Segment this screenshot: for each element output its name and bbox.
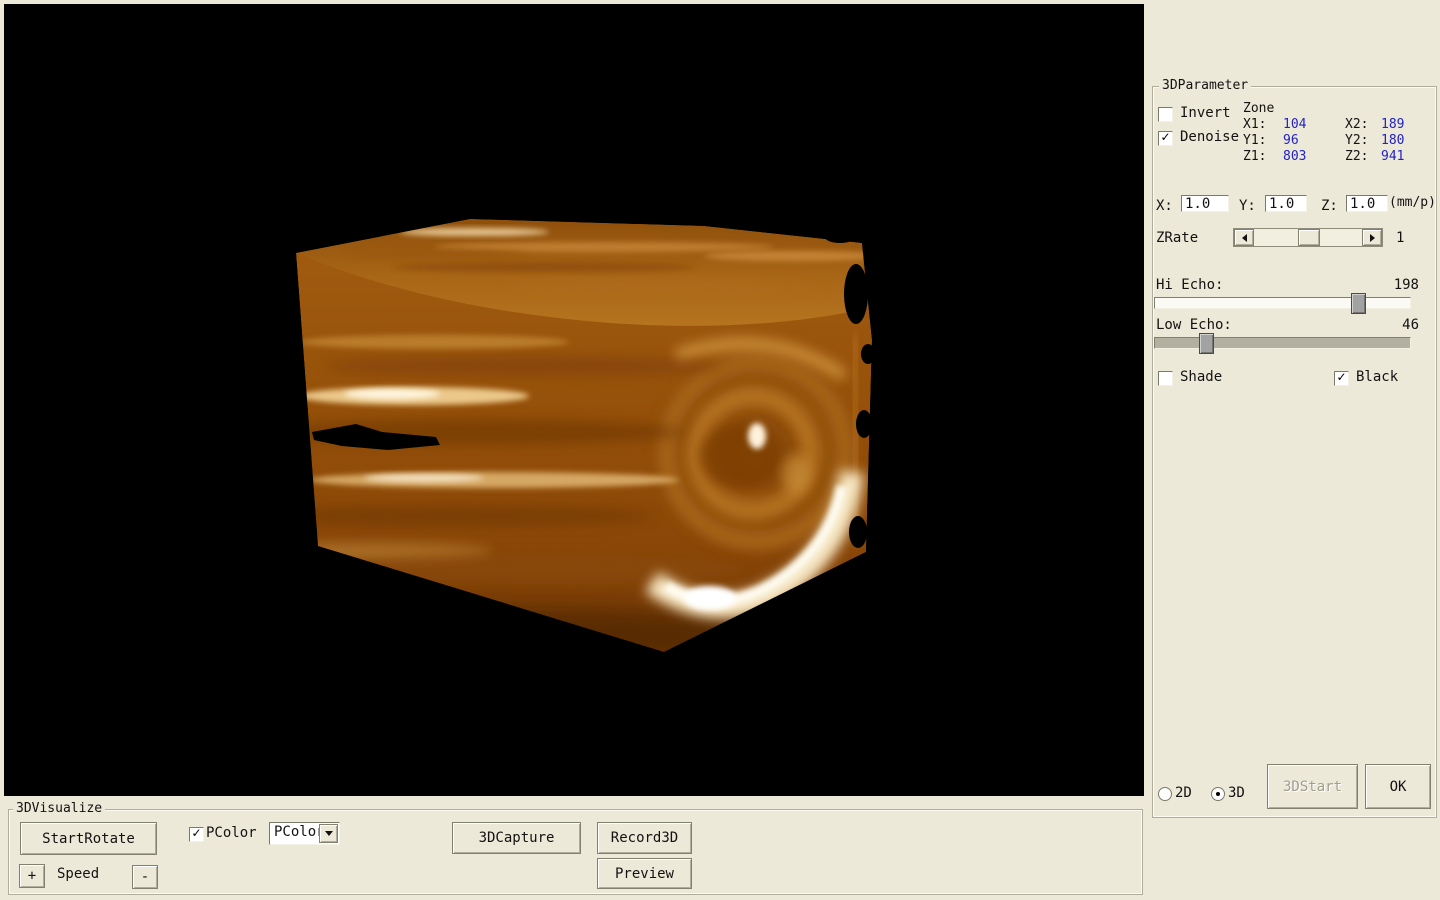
mode-3d-label: 3D <box>1228 786 1245 801</box>
triangle-left-icon <box>1238 234 1247 242</box>
mode-3d-radio[interactable] <box>1211 787 1225 801</box>
triangle-right-icon <box>1370 234 1379 242</box>
low-echo-label: Low Echo: <box>1156 318 1232 333</box>
zone-x1-value: 104 <box>1283 117 1306 132</box>
zone-y1-label: Y1: <box>1243 133 1266 148</box>
parameter-groupbox: 3DParameter Invert ✓ Denoise Zone X1: 10… <box>1152 86 1437 818</box>
invert-checkbox[interactable] <box>1158 107 1173 122</box>
start-rotate-button[interactable]: StartRotate <box>20 822 157 855</box>
preview-button[interactable]: Preview <box>597 858 692 889</box>
radio-dot-icon <box>1216 792 1220 796</box>
pcolor-select-value: PColor <box>274 824 325 841</box>
pcolor-checkbox[interactable]: ✓ <box>189 827 204 842</box>
x-scale-input[interactable] <box>1181 195 1229 212</box>
volume-render-3d <box>4 4 1144 796</box>
zone-x2-value: 189 <box>1381 117 1404 132</box>
zrate-scroll-left-button[interactable] <box>1234 229 1254 246</box>
scale-unit-label: (mm/p) <box>1389 195 1436 210</box>
shade-checkbox[interactable] <box>1158 371 1173 386</box>
black-label: Black <box>1356 370 1398 385</box>
check-icon: ✓ <box>191 828 201 839</box>
denoise-label: Denoise <box>1180 130 1239 145</box>
visualize-group-title: 3DVisualize <box>13 801 105 817</box>
zone-z1-value: 803 <box>1283 149 1306 164</box>
hi-echo-slider[interactable] <box>1154 297 1411 309</box>
pcolor-label: PColor <box>206 826 257 841</box>
speed-plus-button[interactable]: + <box>19 864 45 888</box>
record-3d-button[interactable]: Record3D <box>597 822 692 854</box>
mode-2d-radio[interactable] <box>1158 787 1172 801</box>
shade-label: Shade <box>1180 370 1222 385</box>
zone-x1-label: X1: <box>1243 117 1266 132</box>
hi-echo-slider-thumb[interactable] <box>1351 293 1366 314</box>
hi-echo-label: Hi Echo: <box>1156 278 1223 293</box>
zone-y2-label: Y2: <box>1345 133 1368 148</box>
triangle-down-icon <box>325 831 333 840</box>
black-checkbox[interactable]: ✓ <box>1334 371 1349 386</box>
low-echo-value: 46 <box>1381 318 1419 333</box>
y-scale-label: Y: <box>1239 199 1256 214</box>
start3d-button: 3DStart <box>1267 764 1358 809</box>
zone-x2-label: X2: <box>1345 117 1368 132</box>
zrate-scroll-right-button[interactable] <box>1362 229 1382 246</box>
invert-label: Invert <box>1180 106 1231 121</box>
pcolor-select[interactable]: PColor <box>269 822 340 845</box>
render-viewport[interactable] <box>4 4 1144 796</box>
zone-z2-value: 941 <box>1381 149 1404 164</box>
low-echo-slider[interactable] <box>1154 337 1411 349</box>
zone-z2-label: Z2: <box>1345 149 1368 164</box>
zrate-scrollbar[interactable] <box>1233 228 1383 247</box>
zrate-label: ZRate <box>1156 231 1198 246</box>
visualize-groupbox: 3DVisualize StartRotate + Speed - ✓ PCol… <box>8 809 1143 895</box>
hi-echo-value: 198 <box>1381 278 1419 293</box>
parameter-group-title: 3DParameter <box>1159 78 1251 94</box>
zone-y2-value: 180 <box>1381 133 1404 148</box>
x-scale-label: X: <box>1156 199 1173 214</box>
speed-label: Speed <box>57 867 99 882</box>
pcolor-select-arrow-button[interactable] <box>319 824 338 843</box>
low-echo-slider-thumb[interactable] <box>1199 333 1214 354</box>
z-scale-input[interactable] <box>1346 195 1388 212</box>
z-scale-label: Z: <box>1321 199 1338 214</box>
capture-3d-button[interactable]: 3DCapture <box>452 822 581 854</box>
zone-z1-label: Z1: <box>1243 149 1266 164</box>
denoise-checkbox[interactable]: ✓ <box>1158 131 1173 146</box>
zrate-value: 1 <box>1396 231 1404 246</box>
zrate-scroll-thumb[interactable] <box>1298 229 1320 246</box>
speed-minus-button[interactable]: - <box>132 865 158 889</box>
mode-2d-label: 2D <box>1175 786 1192 801</box>
y-scale-input[interactable] <box>1265 195 1307 212</box>
zone-y1-value: 96 <box>1283 133 1299 148</box>
zone-label: Zone <box>1243 101 1274 116</box>
check-icon: ✓ <box>1336 372 1346 383</box>
ok-button[interactable]: OK <box>1365 764 1431 809</box>
check-icon: ✓ <box>1160 132 1170 143</box>
